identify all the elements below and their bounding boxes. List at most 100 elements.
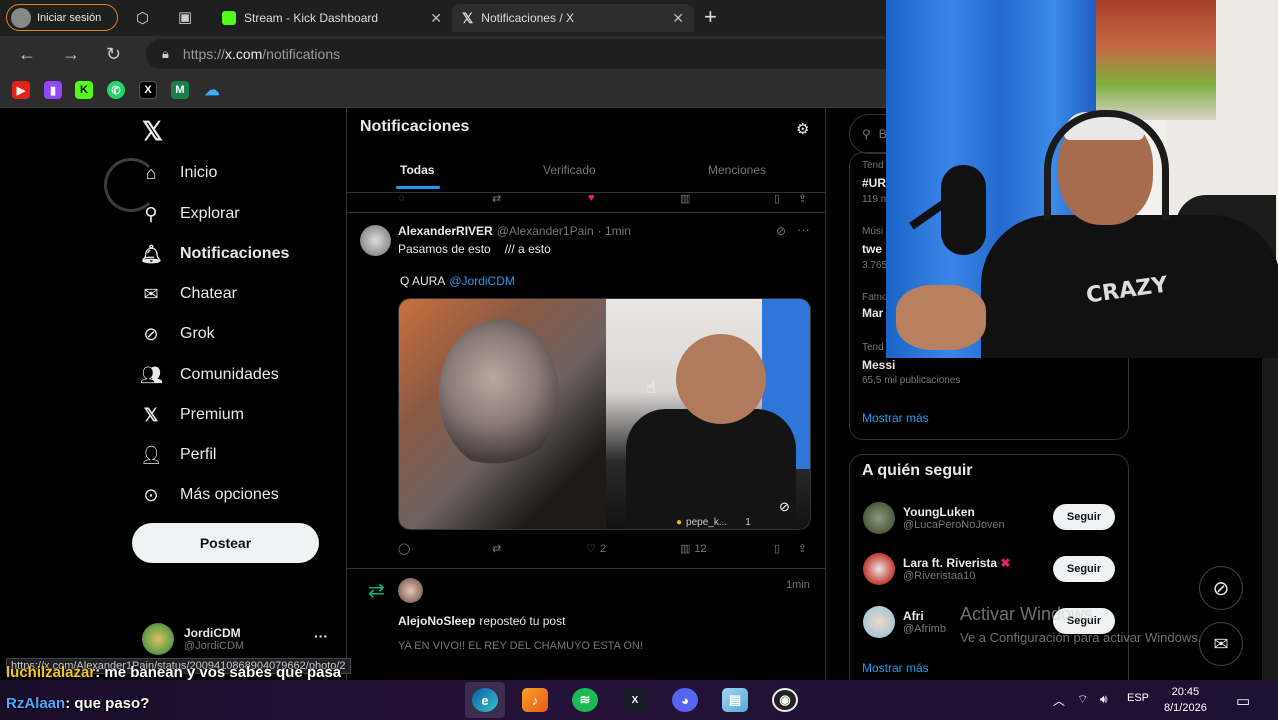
trend-count: 3.765 <box>862 260 888 271</box>
trend-title[interactable]: Mar <box>862 306 883 320</box>
bookmark-icon[interactable]: ▯ <box>774 192 780 205</box>
grok-floating-button[interactable]: ⊘ <box>1199 566 1243 610</box>
x-logo-icon[interactable]: 𝕏 <box>142 116 163 147</box>
bookmark-button[interactable]: ▯ <box>774 542 780 555</box>
media-tag[interactable]: ● pepe_k... 1 <box>676 517 751 528</box>
sidebar-item-notificaciones[interactable]: 🔔︎ Notificaciones <box>140 240 289 268</box>
x-logo-icon[interactable]: X <box>139 81 157 99</box>
sidebar-item-perfil[interactable]: 👤︎ Perfil <box>140 441 216 469</box>
youtube-icon[interactable]: ▶ <box>12 81 30 99</box>
post-text: Pasamos de esto /// a esto <box>398 242 551 256</box>
notification-center-icon[interactable]: ▭ <box>1236 692 1250 710</box>
more-icon[interactable]: ··· <box>314 628 328 644</box>
twitch-icon[interactable]: ▮ <box>44 81 62 99</box>
gear-icon[interactable]: ⚙ <box>796 120 809 138</box>
tab-todas[interactable]: Todas <box>400 163 434 177</box>
clock[interactable]: 20:45 8/1/2026 <box>1164 684 1207 716</box>
webcam-hand <box>896 285 986 350</box>
url-input[interactable]: 🔒︎ https://x.com/notifications <box>146 39 906 69</box>
tab-actions-icon[interactable]: ▣ <box>178 8 192 26</box>
repost-button[interactable]: ⇄ <box>492 542 501 555</box>
xsplit-icon[interactable]: X <box>622 688 648 712</box>
follow-suggestion[interactable]: Afri @Afrimb <box>863 606 946 638</box>
post-button[interactable]: Postear <box>132 523 319 563</box>
avatar[interactable] <box>360 225 391 256</box>
share-button[interactable]: ⇪ <box>798 542 807 555</box>
trend-title[interactable]: twe <box>862 242 882 256</box>
show-more-link[interactable]: Mostrar más <box>862 661 929 675</box>
reposter-name[interactable]: AlejoNoSleep <box>398 614 475 628</box>
author-name[interactable]: AlexanderRIVER <box>398 224 493 238</box>
edge-icon[interactable]: e <box>472 688 498 712</box>
sidebar-item-chatear[interactable]: ✉ Chatear <box>140 280 237 308</box>
profile-button[interactable]: Iniciar sesión <box>6 4 118 31</box>
follow-suggestion[interactable]: YoungLuken @LucaPeroNoJoven <box>863 502 1005 534</box>
views-button[interactable]: ▥ 12 <box>680 542 707 556</box>
forward-icon[interactable]: → <box>62 44 80 65</box>
media-image-left[interactable] <box>399 299 606 529</box>
spotify-icon[interactable]: ≋ <box>572 688 598 712</box>
whatsapp-icon[interactable]: ✆ <box>107 81 125 99</box>
follow-handle: @Riveristaa10 <box>903 570 976 582</box>
obs-icon[interactable]: ◉ <box>772 688 798 712</box>
activate-windows-title: Activar Windows <box>960 604 1094 624</box>
close-icon[interactable]: ✕ <box>672 10 684 27</box>
post-media[interactable]: ● pepe_k... 1 ⊘ <box>398 298 811 530</box>
trend-title[interactable]: Messi <box>862 358 895 372</box>
back-icon[interactable]: ← <box>18 44 36 65</box>
wifi-icon[interactable]: ⌔ <box>1077 692 1088 707</box>
x-logo-icon: 𝕏 <box>143 404 159 425</box>
repost-icon[interactable]: ⇄ <box>492 192 501 205</box>
show-more-link[interactable]: Mostrar más <box>862 411 929 425</box>
close-icon[interactable]: ✕ <box>430 10 442 27</box>
notes-icon[interactable]: ▤ <box>722 688 748 712</box>
badge-icon: ✖ <box>1000 556 1011 570</box>
follow-button[interactable]: Seguir <box>1053 504 1115 530</box>
tab-menciones[interactable]: Menciones <box>708 163 766 177</box>
tab-verificado[interactable]: Verificado <box>543 163 596 177</box>
trend-title[interactable]: #UR <box>862 176 886 190</box>
grok-icon[interactable]: ⊘ <box>779 499 790 515</box>
language-indicator[interactable]: ESP <box>1127 692 1149 704</box>
new-tab-icon[interactable]: + <box>704 4 717 30</box>
reply-icon[interactable]: ◌ <box>398 192 405 204</box>
sidebar-item-explorar[interactable]: ⚲ Explorar <box>140 200 240 228</box>
sidebar-item-label: Grok <box>180 325 215 342</box>
mail-icon: ✉ <box>1213 633 1229 654</box>
workspaces-icon[interactable]: ⬡ <box>136 9 149 27</box>
follow-button[interactable]: Seguir <box>1053 556 1115 582</box>
reply-button[interactable]: ◯ <box>398 542 410 555</box>
avatar[interactable] <box>398 578 423 603</box>
views-icon[interactable]: ▥ <box>680 192 690 205</box>
kick-icon[interactable]: K <box>75 81 93 99</box>
chevron-up-icon[interactable]: ︿ <box>1053 692 1065 709</box>
fl-studio-icon[interactable]: ♪ <box>522 688 548 712</box>
media-image-right[interactable] <box>606 299 810 529</box>
reload-icon[interactable]: ↻ <box>106 44 121 65</box>
account-switcher[interactable]: JordiCDM @JordiCDM <box>142 623 244 655</box>
messages-floating-button[interactable]: ✉ <box>1199 622 1243 666</box>
sidebar-item-premium[interactable]: 𝕏 Premium <box>140 401 244 429</box>
volume-icon[interactable]: 🔊︎ <box>1100 692 1108 707</box>
sidebar-item-comunidades[interactable]: 👥︎ Comunidades <box>140 361 279 389</box>
sidebar-item-inicio[interactable]: ⌂ Inicio <box>140 159 218 187</box>
like-button[interactable]: ♡ 2 <box>586 542 606 556</box>
cloud-icon[interactable]: ☁ <box>203 81 221 99</box>
like-count: 2 <box>599 542 606 555</box>
author-handle: @Alexander1Pain <box>496 224 594 238</box>
sidebar-item-mas-opciones[interactable]: ⊙ Más opciones <box>140 481 278 509</box>
grok-icon[interactable]: ⊘ <box>776 224 786 238</box>
sidebar-item-label: Chatear <box>180 285 237 302</box>
sheet-icon[interactable]: M <box>171 81 189 99</box>
follow-suggestion[interactable]: Lara ft. Riverista ✖ @Riveristaa10 <box>863 553 1010 585</box>
sidebar-item-label: Explorar <box>180 205 240 222</box>
sidebar-item-grok[interactable]: ⊘ Grok <box>140 320 215 348</box>
microphone-icon <box>941 165 986 255</box>
share-icon[interactable]: ⇪ <box>798 192 807 205</box>
tab-x-notifications[interactable]: 𝕏 Notificaciones / X ✕ <box>452 4 694 32</box>
mention-link[interactable]: @JordiCDM <box>449 274 515 288</box>
discord-icon[interactable]: ◕ <box>672 688 698 712</box>
tab-kick[interactable]: Stream - Kick Dashboard ✕ <box>212 4 452 32</box>
heart-icon[interactable]: ♥ <box>588 192 595 204</box>
more-icon[interactable]: ··· <box>797 222 810 237</box>
